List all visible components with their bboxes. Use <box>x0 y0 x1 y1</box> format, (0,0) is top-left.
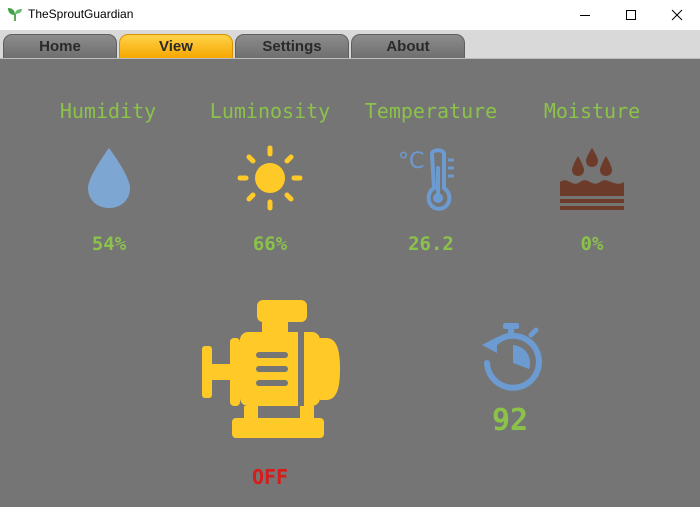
sun-icon <box>237 145 303 211</box>
stopwatch-icon <box>482 323 542 391</box>
maximize-button[interactable] <box>608 0 654 30</box>
humidity-label: Humidity <box>59 99 157 123</box>
temperature-label: Temperature <box>364 99 498 123</box>
close-button[interactable] <box>654 0 700 30</box>
tab-home[interactable]: Home <box>3 34 117 58</box>
svg-text:°C: °C <box>398 149 424 174</box>
timer-value: 92 <box>491 403 529 438</box>
humidity-value: 54% <box>91 233 127 255</box>
tab-bar: Home View Settings About <box>0 30 700 59</box>
maximize-icon <box>626 10 636 20</box>
title-bar: TheSproutGuardian <box>0 0 700 30</box>
minimize-icon <box>580 15 590 16</box>
water-drop-icon <box>88 148 130 208</box>
thermometer-icon: °C <box>398 148 454 211</box>
minimize-button[interactable] <box>562 0 608 30</box>
moisture-label: Moisture <box>543 99 641 123</box>
luminosity-label: Luminosity <box>209 99 331 123</box>
sprout-icon <box>8 8 22 21</box>
temperature-value: 26.2 <box>408 233 454 255</box>
tab-settings[interactable]: Settings <box>235 34 349 58</box>
close-icon <box>671 9 683 21</box>
soil-moisture-icon <box>560 148 624 210</box>
pump-status: OFF <box>251 465 289 489</box>
moisture-value: 0% <box>580 233 604 255</box>
luminosity-value: 66% <box>252 233 288 255</box>
tab-view[interactable]: View <box>119 34 233 58</box>
tab-about[interactable]: About <box>351 34 465 58</box>
window-title: TheSproutGuardian <box>28 7 134 21</box>
motor-pump-icon[interactable] <box>200 298 342 440</box>
